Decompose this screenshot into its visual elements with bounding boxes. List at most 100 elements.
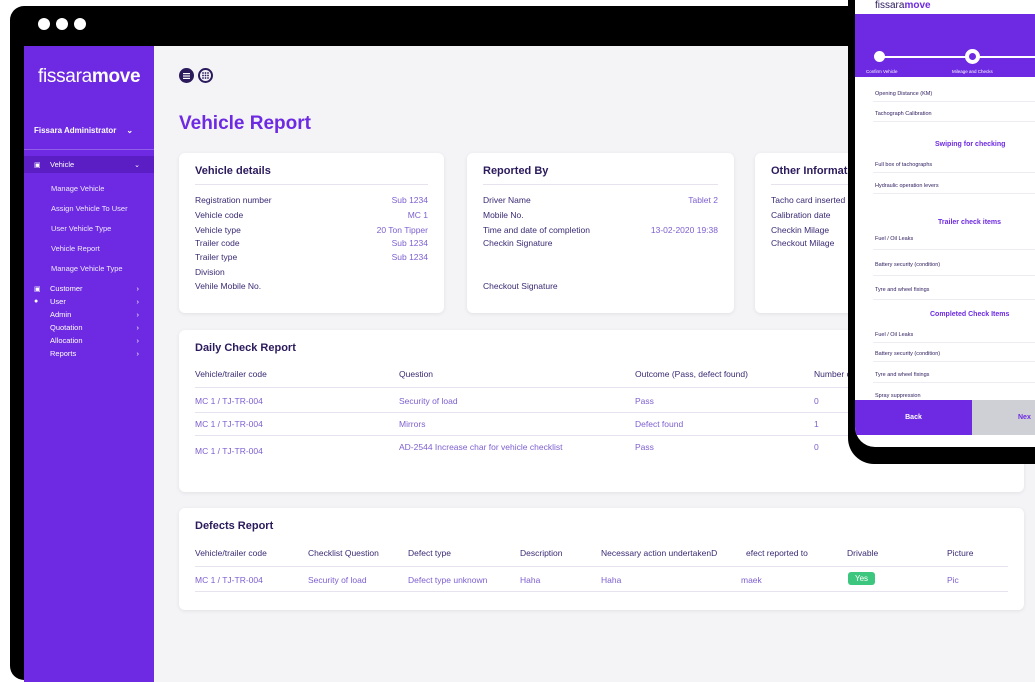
divider: [873, 121, 1035, 122]
sidebar-subitem-user-vehicle-type[interactable]: User Vehicle Type: [51, 224, 111, 233]
field-value: MC 1: [407, 210, 428, 220]
phone-check-item[interactable]: Battery security (condition): [875, 351, 940, 357]
user-icon: ●: [34, 298, 39, 305]
column-header: Picture: [947, 548, 974, 558]
picture-link[interactable]: Pic: [947, 575, 959, 585]
step-active-icon: [965, 49, 980, 64]
sidebar-item-label: Vehicle: [50, 160, 75, 169]
sidebar-item-vehicle[interactable]: ▣ Vehicle ⌄: [24, 156, 154, 173]
window-dot-icon[interactable]: [74, 18, 86, 30]
chevron-right-icon: ›: [136, 336, 140, 345]
back-button[interactable]: Back: [855, 400, 972, 435]
field-label: Mobile No.: [483, 210, 524, 220]
card-title: Defects Report: [195, 520, 274, 532]
phone-check-item[interactable]: Fuel / Oil Leaks: [875, 332, 913, 338]
column-header: Defect type: [408, 548, 451, 558]
field-label: Time and date of completion: [483, 225, 590, 235]
chevron-down-icon: ⌄: [126, 126, 134, 135]
table-cell: MC 1 / TJ-TR-004: [195, 396, 263, 406]
field-value: Sub 1234: [391, 238, 428, 248]
phone-check-item[interactable]: Fuel / Oil Leaks: [875, 236, 913, 242]
table-cell: MC 1 / TJ-TR-004: [195, 446, 263, 456]
sidebar-item-customer[interactable]: ▣ Customer ›: [34, 284, 139, 293]
divider: [873, 342, 1035, 343]
field-label: Vehicle code: [195, 210, 244, 220]
divider: [873, 382, 1035, 383]
column-header: Question: [399, 369, 434, 379]
sidebar-item-quotation[interactable]: Quotation ›: [34, 323, 139, 332]
table-cell: Pass: [635, 442, 654, 452]
step-line: [880, 56, 1035, 58]
divider: [24, 149, 154, 150]
table-cell: Security of load: [308, 575, 367, 585]
window-dot-icon[interactable]: [38, 18, 50, 30]
table-cell: MC 1 / TJ-TR-004: [195, 419, 263, 429]
drivable-badge: Yes: [848, 572, 876, 585]
divider: [873, 361, 1035, 362]
divider: [873, 275, 1035, 276]
card-title: Reported By: [483, 165, 549, 177]
sidebar-item-label: Admin: [50, 310, 72, 319]
card-title: Daily Check Report: [195, 342, 296, 354]
chevron-down-icon: ⌄: [134, 161, 140, 169]
sidebar-subitem-manage-vehicle[interactable]: Manage Vehicle: [51, 184, 104, 193]
vehicle-details-card: Vehicle details Registration number Sub …: [179, 153, 444, 313]
phone-field-label: Tachograph Calibration: [875, 111, 932, 117]
next-button[interactable]: Nex: [972, 400, 1035, 435]
phone-check-item[interactable]: Tyre and wheel fixings: [875, 372, 929, 378]
admin-label: Fissara Administrator: [34, 126, 117, 135]
table-cell: Pass: [635, 396, 654, 406]
sidebar-item-admin[interactable]: Admin ›: [34, 310, 139, 319]
divider: [873, 249, 1035, 250]
divider: [195, 591, 1008, 592]
admin-menu[interactable]: Fissara Administrator ⌄: [34, 126, 133, 135]
field-label: Checkin Milage: [771, 225, 830, 235]
field-label: Division: [195, 267, 225, 277]
sidebar-item-label: Quotation: [50, 323, 83, 332]
field-label: Vehicle type: [195, 225, 241, 235]
column-header: Vehicle/trailer code: [195, 548, 267, 558]
field-label: Trailer type: [195, 252, 238, 262]
window-dot-icon[interactable]: [56, 18, 68, 30]
card-title: Vehicle details: [195, 165, 271, 177]
apps-button[interactable]: [198, 68, 213, 83]
defects-report-card: Defects Report Vehicle/trailer code Chec…: [179, 508, 1024, 610]
field-label: Vehile Mobile No.: [195, 281, 262, 291]
table-cell: maek: [741, 575, 762, 585]
column-header: Outcome (Pass, defect found): [635, 369, 748, 379]
chevron-right-icon: ›: [136, 284, 140, 293]
sidebar-subitem-assign-vehicle[interactable]: Assign Vehicle To User: [51, 204, 128, 213]
phone-check-item[interactable]: Spray suppression: [875, 393, 921, 399]
column-header: Description: [520, 548, 563, 558]
field-label: Checkout Milage: [771, 238, 835, 248]
field-label: Tacho card inserted: [771, 195, 846, 205]
field-value: Tablet 2: [688, 195, 718, 205]
phone-section-title: Swiping for checking: [935, 141, 1006, 148]
sidebar-item-user[interactable]: ● User ›: [34, 297, 139, 306]
sidebar-item-label: User: [50, 297, 66, 306]
phone-check-item[interactable]: Tyre and wheel fixings: [875, 287, 929, 293]
divider: [873, 101, 1035, 102]
step-label: Confirm Vehicle: [866, 69, 898, 74]
divider: [483, 184, 718, 185]
phone-check-item[interactable]: Battery security (condition): [875, 262, 940, 268]
field-label: Calibration date: [771, 210, 831, 220]
step-label: Mileage and Checks: [952, 69, 993, 74]
reported-by-card: Reported By Driver Name Tablet 2 Mobile …: [467, 153, 734, 313]
sidebar-subitem-vehicle-report[interactable]: Vehicle Report: [51, 244, 100, 253]
table-cell: Security of load: [399, 396, 458, 406]
phone-check-item[interactable]: Full box of tachographs: [875, 162, 932, 168]
phone-device: fissaramove Confirm Vehicle Mileage and …: [848, 0, 1035, 464]
table-cell: Mirrors: [399, 419, 426, 429]
menu-toggle-button[interactable]: [179, 68, 194, 83]
id-card-icon: ▣: [34, 285, 41, 293]
sidebar-subitem-manage-vehicle-type[interactable]: Manage Vehicle Type: [51, 264, 123, 273]
phone-section-title: Trailer check items: [938, 219, 1002, 226]
phone-section-title: Completed Check Items: [930, 311, 1010, 318]
column-header: Vehicle/trailer code: [195, 369, 267, 379]
sidebar-item-label: Reports: [50, 349, 77, 358]
field-value: 20 Ton Tipper: [376, 225, 428, 235]
phone-check-item[interactable]: Hydraulic operation levers: [875, 183, 939, 189]
sidebar-item-allocation[interactable]: Allocation ›: [34, 336, 139, 345]
sidebar-item-reports[interactable]: Reports ›: [34, 349, 139, 358]
